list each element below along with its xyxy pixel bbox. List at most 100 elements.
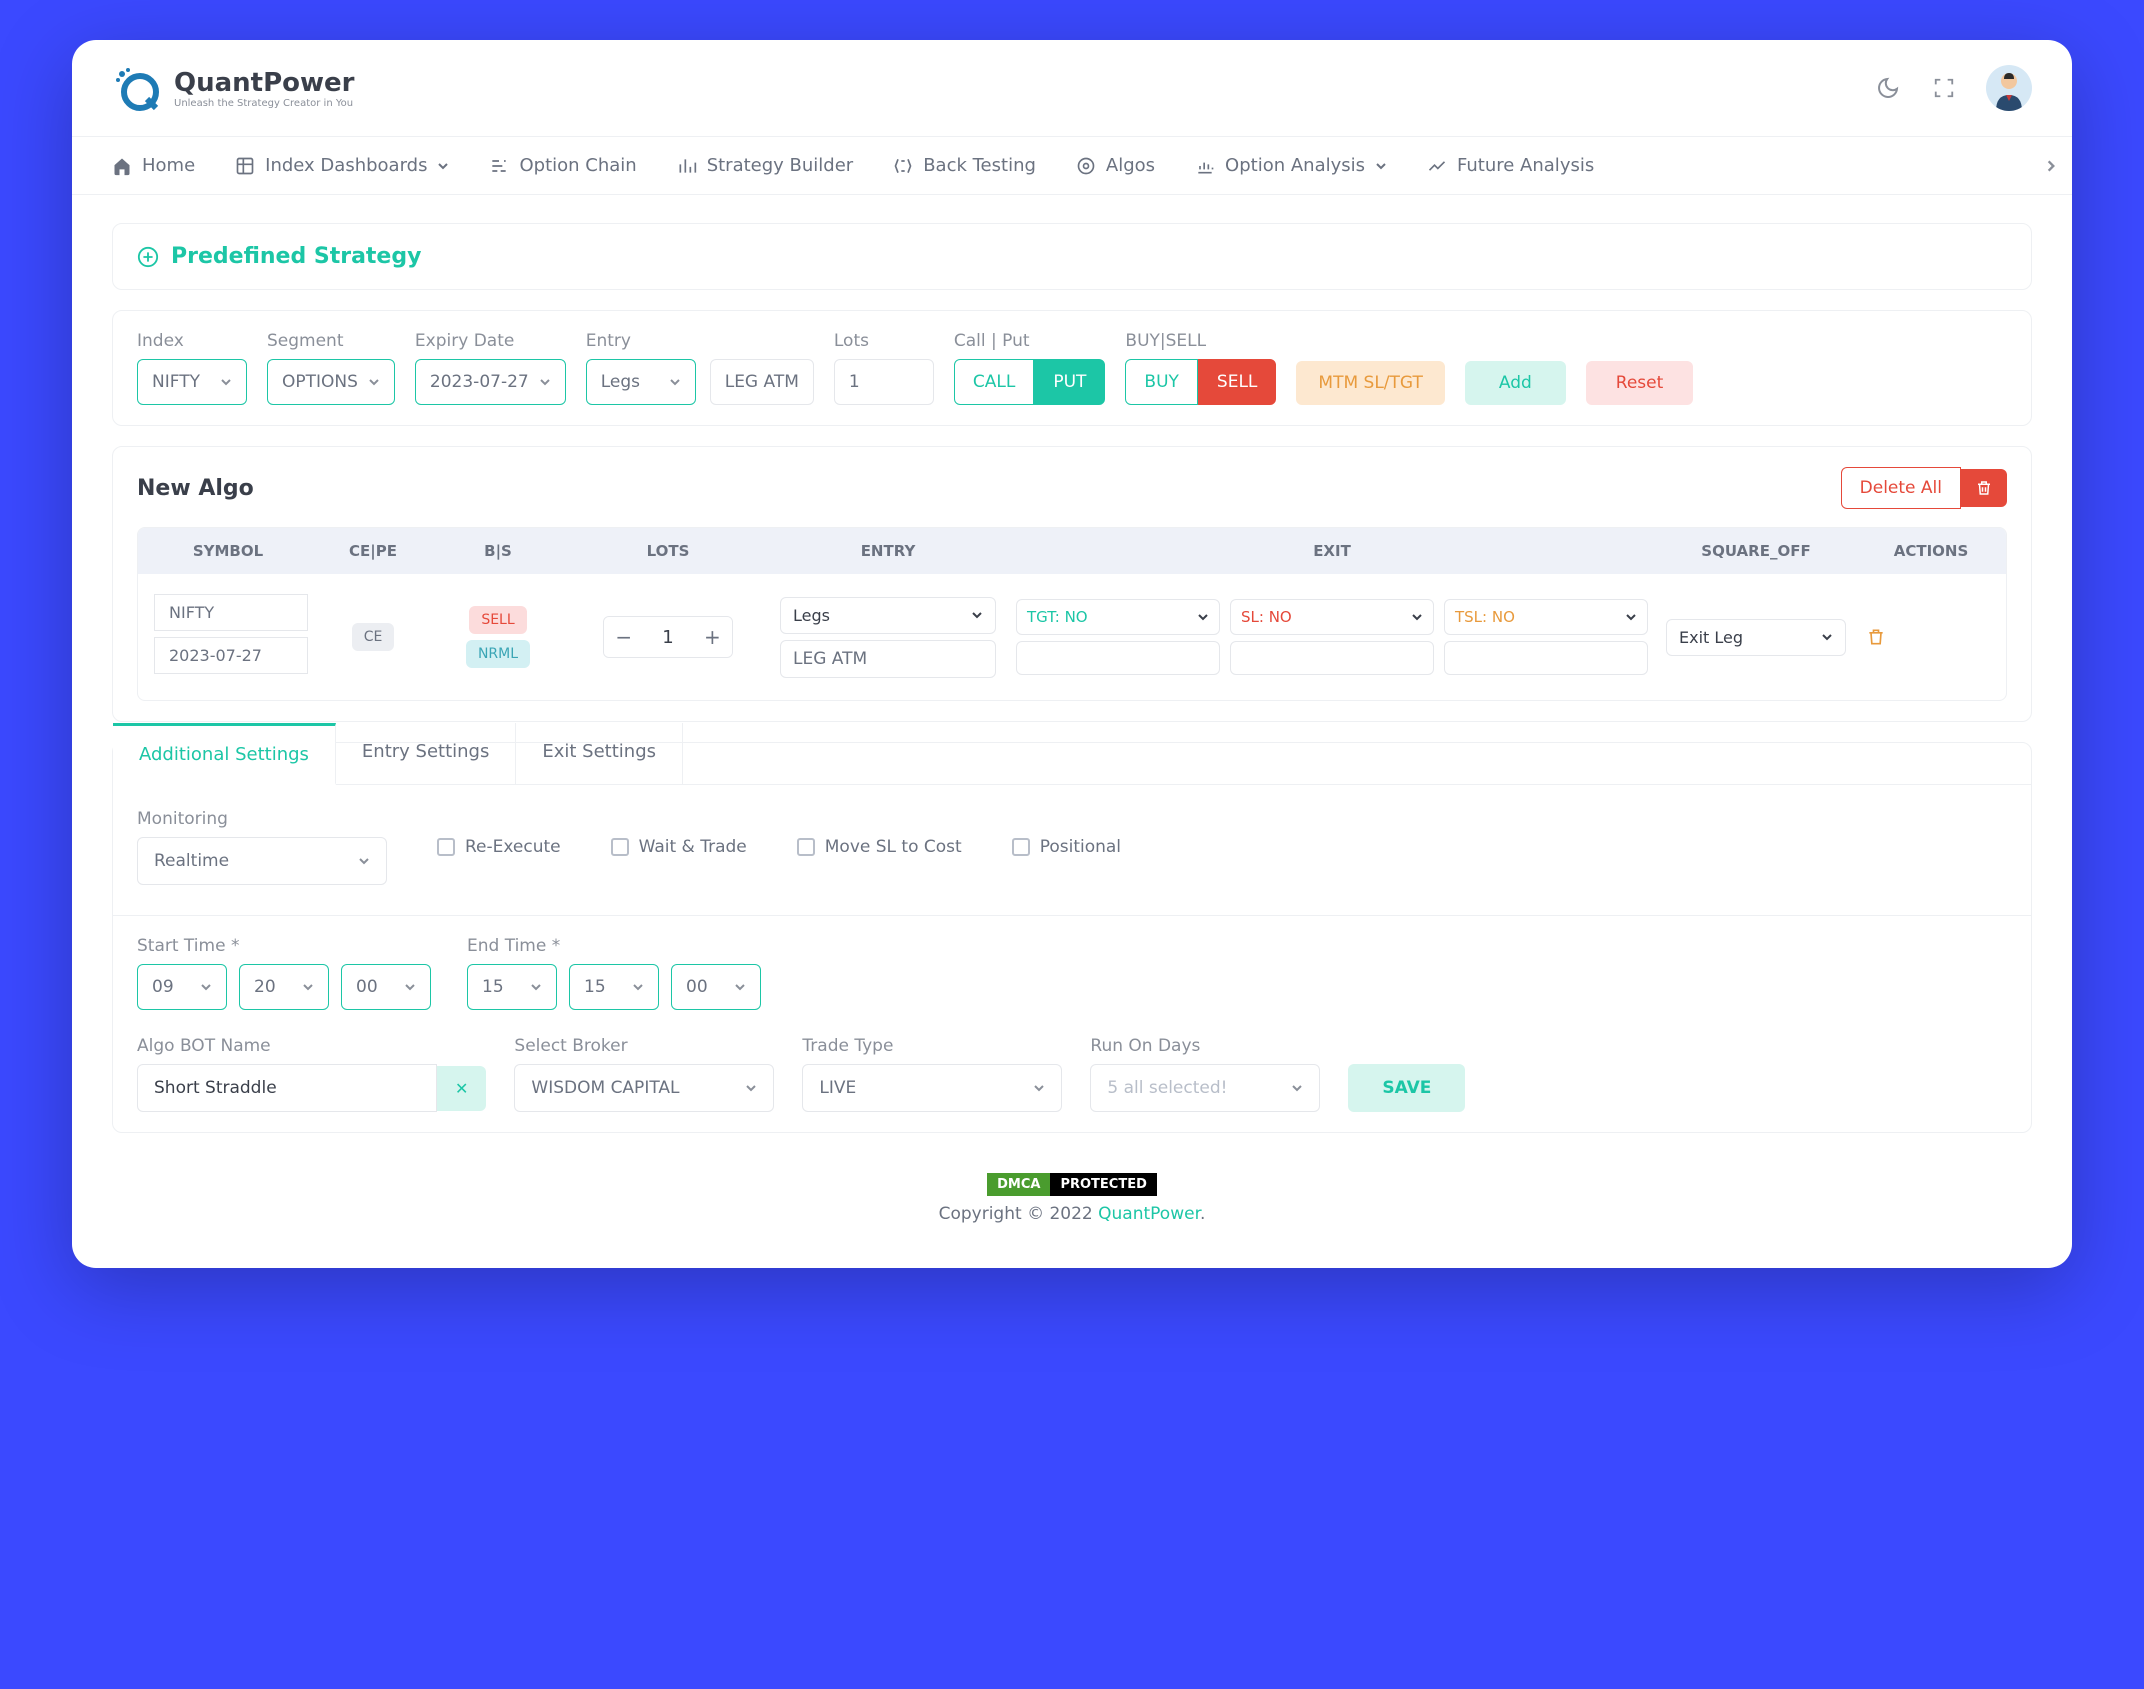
lots-stepper: −1+ xyxy=(603,616,733,658)
segment-select[interactable]: OPTIONS xyxy=(267,359,395,405)
chevron-down-icon xyxy=(539,376,551,388)
fullscreen-icon[interactable] xyxy=(1930,74,1958,102)
nav-future-analysis[interactable]: Future Analysis xyxy=(1427,155,1594,176)
save-button[interactable]: SAVE xyxy=(1348,1064,1465,1112)
monitoring-select[interactable]: Realtime xyxy=(137,837,387,885)
bot-name-clear[interactable]: ✕ xyxy=(437,1066,486,1111)
col-sqoff: SQUARE_OFF xyxy=(1656,528,1856,574)
algos-icon xyxy=(1076,156,1096,176)
page-content: Predefined Strategy IndexNIFTY SegmentOP… xyxy=(72,195,2072,1268)
nav-home[interactable]: Home xyxy=(112,155,195,176)
put-button[interactable]: PUT xyxy=(1034,359,1105,405)
brand-name: QuantPower xyxy=(174,68,355,98)
move-sl-checkbox[interactable]: Move SL to Cost xyxy=(797,837,962,857)
end-hour-select[interactable]: 15 xyxy=(467,964,557,1010)
dark-mode-icon[interactable] xyxy=(1874,74,1902,102)
nav-scroll-right-icon[interactable] xyxy=(2044,159,2058,173)
checkbox-icon xyxy=(611,838,629,856)
chevron-down-icon xyxy=(745,1082,757,1094)
index-label: Index xyxy=(137,331,247,351)
dashboard-icon xyxy=(235,156,255,176)
tab-entry[interactable]: Entry Settings xyxy=(336,723,516,784)
entry-label: Entry xyxy=(586,331,814,351)
buy-button[interactable]: BUY xyxy=(1125,359,1198,405)
run-days-select[interactable]: 5 all selected! xyxy=(1090,1064,1320,1112)
tab-additional[interactable]: Additional Settings xyxy=(113,723,336,785)
row-tgt-select[interactable]: TGT: NO xyxy=(1016,599,1220,635)
lots-minus[interactable]: − xyxy=(604,617,643,657)
dmca-badge[interactable]: DMCAPROTECTED xyxy=(987,1173,1157,1196)
settings-card: Additional Settings Entry Settings Exit … xyxy=(112,742,2032,1133)
trade-type-select[interactable]: LIVE xyxy=(802,1064,1062,1112)
table-row: NIFTY 2023-07-27 CE SELL NRML −1+ Legs L… xyxy=(138,574,2006,700)
nav-algos[interactable]: Algos xyxy=(1076,155,1155,176)
row-nrml[interactable]: NRML xyxy=(466,640,530,668)
broker-label: Select Broker xyxy=(514,1036,774,1056)
bot-name-input[interactable] xyxy=(137,1064,437,1112)
main-nav: Home Index Dashboards Option Chain Strat… xyxy=(72,137,2072,195)
start-sec-select[interactable]: 00 xyxy=(341,964,431,1010)
chevron-down-icon xyxy=(1375,160,1387,172)
end-min-select[interactable]: 15 xyxy=(569,964,659,1010)
mtm-sl-tgt-button[interactable]: MTM SL/TGT xyxy=(1296,361,1444,405)
lots-label: Lots xyxy=(834,331,934,351)
checkbox-icon xyxy=(797,838,815,856)
positional-checkbox[interactable]: Positional xyxy=(1012,837,1121,857)
settings-tabs: Additional Settings Entry Settings Exit … xyxy=(113,723,2031,785)
delete-all-button[interactable]: Delete All xyxy=(1841,467,1961,509)
row-cepe[interactable]: CE xyxy=(352,623,395,651)
end-sec-select[interactable]: 00 xyxy=(671,964,761,1010)
app-window: QuantPower Unleash the Strategy Creator … xyxy=(72,40,2072,1268)
option-chain-icon xyxy=(489,156,509,176)
lots-plus[interactable]: + xyxy=(693,617,732,657)
row-sl-select[interactable]: SL: NO xyxy=(1230,599,1434,635)
nav-option-analysis[interactable]: Option Analysis xyxy=(1195,155,1387,176)
row-delete-icon[interactable] xyxy=(1866,627,1996,647)
nav-index-dashboards[interactable]: Index Dashboards xyxy=(235,155,449,176)
trade-type-label: Trade Type xyxy=(802,1036,1062,1056)
header: QuantPower Unleash the Strategy Creator … xyxy=(72,40,2072,137)
row-entry-type[interactable]: Legs xyxy=(780,597,996,634)
row-sell[interactable]: SELL xyxy=(469,606,526,634)
algo-table: SYMBOL CE|PE B|S LOTS ENTRY EXIT SQUARE_… xyxy=(137,527,2007,701)
footer-brand-link[interactable]: QuantPower xyxy=(1098,1204,1200,1224)
delete-all-icon[interactable] xyxy=(1961,469,2007,507)
entry-atm-input[interactable]: LEG ATM xyxy=(710,359,814,405)
chevron-down-icon xyxy=(1411,611,1423,623)
wait-trade-checkbox[interactable]: Wait & Trade xyxy=(611,837,747,857)
plus-circle-icon xyxy=(137,246,159,268)
entry-select[interactable]: Legs xyxy=(586,359,696,405)
lots-value: 1 xyxy=(643,627,692,648)
logo[interactable]: QuantPower Unleash the Strategy Creator … xyxy=(112,64,355,112)
row-tsl-select[interactable]: TSL: NO xyxy=(1444,599,1648,635)
reset-button[interactable]: Reset xyxy=(1586,361,1694,405)
predefined-strategy-card[interactable]: Predefined Strategy xyxy=(112,223,2032,290)
checkbox-icon xyxy=(437,838,455,856)
index-select[interactable]: NIFTY xyxy=(137,359,247,405)
row-tsl-input[interactable] xyxy=(1444,641,1648,675)
avatar[interactable] xyxy=(1986,65,2032,111)
start-hour-select[interactable]: 09 xyxy=(137,964,227,1010)
nav-strategy-builder[interactable]: Strategy Builder xyxy=(677,155,854,176)
callput-label: Call | Put xyxy=(954,331,1106,351)
start-min-select[interactable]: 20 xyxy=(239,964,329,1010)
row-sl-input[interactable] xyxy=(1230,641,1434,675)
chevron-down-icon xyxy=(1291,1082,1303,1094)
expiry-select[interactable]: 2023-07-27 xyxy=(415,359,566,405)
add-button[interactable]: Add xyxy=(1465,361,1566,405)
lots-input[interactable]: 1 xyxy=(834,359,934,405)
sell-button[interactable]: SELL xyxy=(1198,359,1276,405)
future-icon xyxy=(1427,156,1447,176)
backtest-icon xyxy=(893,156,913,176)
bot-name-label: Algo BOT Name xyxy=(137,1036,486,1056)
row-sqoff-select[interactable]: Exit Leg xyxy=(1666,619,1846,656)
broker-select[interactable]: WISDOM CAPITAL xyxy=(514,1064,774,1112)
nav-option-chain[interactable]: Option Chain xyxy=(489,155,636,176)
nav-back-testing[interactable]: Back Testing xyxy=(893,155,1036,176)
tab-exit[interactable]: Exit Settings xyxy=(516,723,683,784)
row-entry-atm[interactable]: LEG ATM xyxy=(780,640,996,678)
chevron-down-icon xyxy=(632,981,644,993)
call-button[interactable]: CALL xyxy=(954,359,1034,405)
row-tgt-input[interactable] xyxy=(1016,641,1220,675)
re-execute-checkbox[interactable]: Re-Execute xyxy=(437,837,561,857)
